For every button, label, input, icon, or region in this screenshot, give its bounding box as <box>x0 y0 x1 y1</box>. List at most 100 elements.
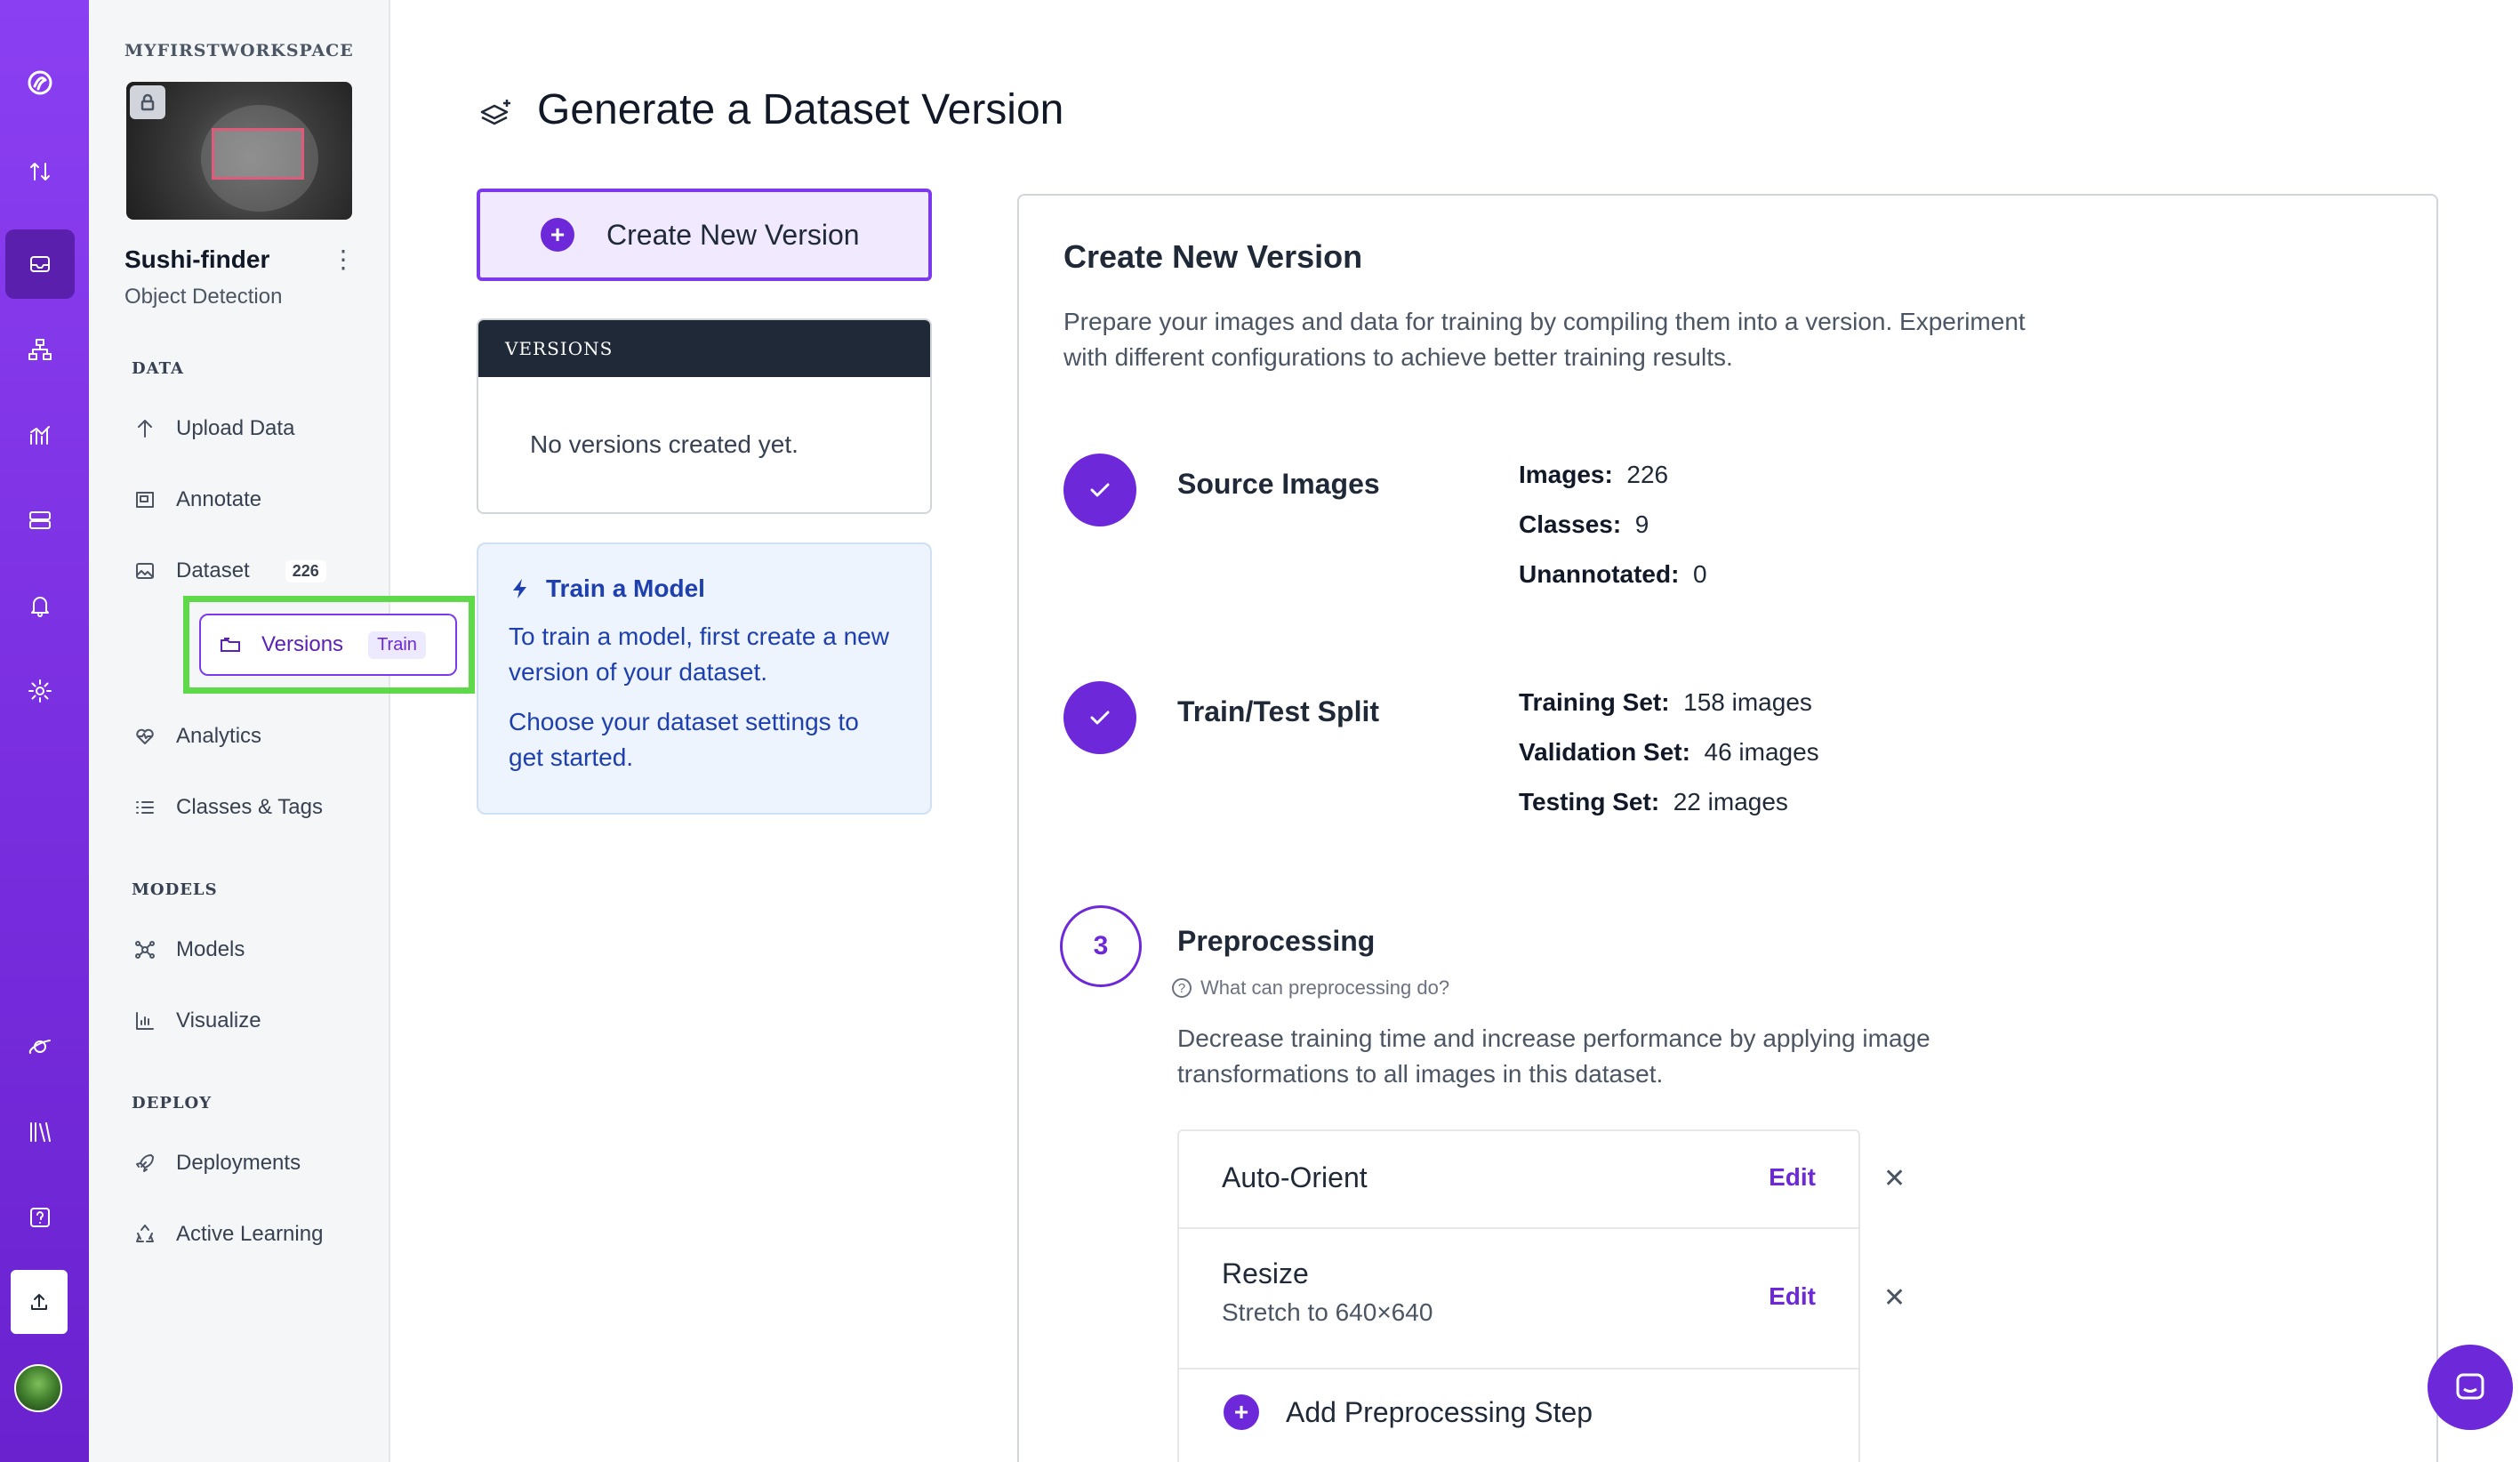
more-options-icon[interactable]: ⋮ <box>331 247 356 272</box>
planet-icon[interactable] <box>5 1012 75 1081</box>
panel-description: Prepare your images and data for trainin… <box>1063 308 2026 371</box>
workspace-name[interactable]: MYFIRSTWORKSPACE <box>124 41 354 60</box>
stat-value: 0 <box>1693 560 1707 588</box>
stat-label: Validation Set: <box>1519 738 1690 766</box>
sidebar-item-visualize[interactable]: Visualize <box>132 1003 261 1039</box>
chat-icon[interactable] <box>2428 1345 2513 1430</box>
train-model-title-text: Train a Model <box>546 574 705 602</box>
step-name: Auto-Orient <box>1222 1161 1368 1193</box>
bell-icon[interactable] <box>5 571 75 640</box>
arrow-up-icon <box>132 415 158 442</box>
image-icon <box>132 558 158 584</box>
step-name: Resize <box>1222 1257 1309 1289</box>
close-icon[interactable]: ✕ <box>1883 1282 1906 1313</box>
stat-images: Images: 226 <box>1519 461 1668 489</box>
edit-button[interactable]: Edit <box>1769 1282 1816 1311</box>
thumbnail-bounding-box <box>212 128 304 180</box>
folder-icon <box>219 633 242 656</box>
upload-icon[interactable] <box>11 1270 68 1334</box>
train-model-text: To train a model, first create a new ver… <box>509 623 889 686</box>
annotate-icon <box>132 486 158 513</box>
sidebar-item-annotate[interactable]: Annotate <box>132 482 261 518</box>
stat-unannotated: Unannotated: 0 <box>1519 560 1707 589</box>
sidebar-item-deployments[interactable]: Deployments <box>132 1145 301 1181</box>
sitemap-icon[interactable] <box>5 315 75 384</box>
train-model-title: Train a Model <box>509 574 900 603</box>
step-train-test-split[interactable]: Train/Test Split <box>1177 695 1379 728</box>
stat-label: Training Set: <box>1519 688 1670 716</box>
stat-label: Classes: <box>1519 510 1622 538</box>
books-icon[interactable] <box>5 1097 75 1167</box>
step-detail: Stretch to 640×640 <box>1222 1298 1433 1326</box>
sidebar-item-upload[interactable]: Upload Data <box>132 411 294 446</box>
help-icon[interactable] <box>5 1183 75 1252</box>
sidebar-item-label: Deployments <box>176 1151 301 1175</box>
stat-value: 226 <box>1626 461 1669 488</box>
section-data: DATA <box>132 359 184 378</box>
swap-icon[interactable] <box>5 137 75 206</box>
sidebar-item-models[interactable]: Models <box>132 932 245 968</box>
stat-value: 46 images <box>1704 738 1819 766</box>
sidebar-item-versions[interactable]: Versions Train <box>199 614 457 676</box>
preprocessing-description: Decrease training time and increase perf… <box>1177 1024 1930 1088</box>
inbox-icon[interactable] <box>5 229 75 299</box>
plus-circle-icon: + <box>541 218 574 252</box>
logo-icon[interactable] <box>5 48 75 117</box>
step-preprocessing[interactable]: Preprocessing <box>1177 925 1375 958</box>
stat-training: Training Set: 158 images <box>1519 688 1812 717</box>
check-icon[interactable] <box>1063 681 1136 754</box>
versions-list: VERSIONS No versions created yet. <box>477 318 932 514</box>
close-icon[interactable]: ✕ <box>1883 1163 1906 1194</box>
add-step-label: Add Preprocessing Step <box>1286 1395 1593 1428</box>
project-type: Object Detection <box>124 285 283 309</box>
stat-label: Images: <box>1519 461 1613 488</box>
stat-validation: Validation Set: 46 images <box>1519 738 1819 767</box>
step-number[interactable]: 3 <box>1060 905 1142 987</box>
sidebar-item-analytics[interactable]: Analytics <box>132 719 261 754</box>
versions-header: VERSIONS <box>478 320 930 377</box>
stat-testing: Testing Set: 22 images <box>1519 788 1788 816</box>
stat-label: Unannotated: <box>1519 560 1680 588</box>
train-model-hint: Choose your dataset settings to get star… <box>509 708 859 771</box>
gear-icon[interactable] <box>5 656 75 726</box>
section-deploy: DEPLOY <box>132 1094 213 1113</box>
sidebar-item-label: Upload Data <box>176 416 295 440</box>
list-icon <box>132 794 158 821</box>
stat-value: 9 <box>1634 510 1649 538</box>
server-icon[interactable] <box>5 486 75 555</box>
add-preprocessing-step-button[interactable]: + Add Preprocessing Step <box>1224 1394 1593 1430</box>
avatar[interactable] <box>14 1364 62 1412</box>
sidebar-item-label: Analytics <box>176 724 262 748</box>
edit-button[interactable]: Edit <box>1769 1163 1816 1192</box>
sidebar-item-label: Dataset <box>176 558 250 582</box>
list-item: Auto-Orient Edit <box>1179 1131 1858 1229</box>
preprocessing-help-link[interactable]: ? What can preprocessing do? <box>1172 976 1449 1000</box>
heart-pulse-icon <box>132 723 158 750</box>
create-version-panel: Create New Version Prepare your images a… <box>1017 194 2438 1462</box>
page-title: Generate a Dataset Version <box>537 86 1064 133</box>
sidebar-item-classes[interactable]: Classes & Tags <box>132 790 323 825</box>
train-model-info: Train a Model To train a model, first cr… <box>477 542 932 815</box>
sidebar-item-dataset[interactable]: Dataset 226 <box>132 553 326 589</box>
sidebar-item-label: Visualize <box>176 1008 261 1032</box>
lightning-icon <box>513 579 526 598</box>
help-text: What can preprocessing do? <box>1200 976 1450 999</box>
check-icon[interactable] <box>1063 454 1136 526</box>
stat-value: 158 images <box>1683 688 1812 716</box>
chart-icon[interactable] <box>5 400 75 470</box>
versions-empty-state: No versions created yet. <box>530 430 799 458</box>
list-item: Resize Stretch to 640×640 Edit <box>1179 1229 1858 1370</box>
create-new-version-label: Create New Version <box>606 218 860 251</box>
recycle-icon <box>132 1221 158 1248</box>
rocket-icon <box>132 1150 158 1177</box>
layers-icon <box>477 94 516 133</box>
sidebar-item-active-learning[interactable]: Active Learning <box>132 1217 323 1252</box>
create-new-version-button[interactable]: + Create New Version <box>477 189 932 281</box>
panel-title: Create New Version <box>1063 238 1363 275</box>
step-source-images[interactable]: Source Images <box>1177 468 1380 501</box>
project-thumbnail[interactable] <box>126 82 352 220</box>
stat-classes: Classes: 9 <box>1519 510 1649 539</box>
sidebar-item-label: Versions <box>261 632 344 656</box>
network-icon <box>132 936 158 963</box>
plus-circle-icon: + <box>1224 1394 1259 1430</box>
